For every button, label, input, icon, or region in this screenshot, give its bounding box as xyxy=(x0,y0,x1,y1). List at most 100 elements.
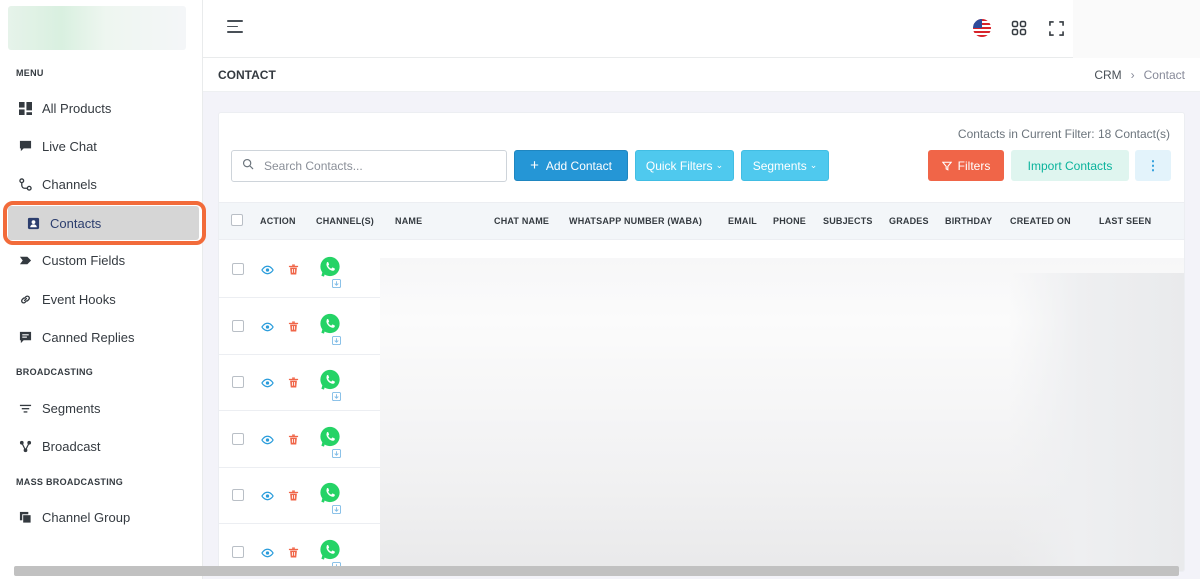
trash-icon[interactable] xyxy=(288,375,299,393)
contact-card-icon xyxy=(26,216,40,230)
breadcrumb-current: Contact xyxy=(1143,68,1185,82)
broadcasting-heading: BROADCASTING xyxy=(16,367,94,377)
import-contacts-button[interactable]: Import Contacts xyxy=(1011,150,1129,181)
trash-icon[interactable] xyxy=(288,432,299,450)
quick-filters-dropdown[interactable]: Quick Filters ⌄ xyxy=(635,150,734,181)
sidebar-item-custom-fields[interactable]: Custom Fields xyxy=(18,248,125,272)
sidebar-item-all-products[interactable]: All Products xyxy=(18,96,111,120)
column-header-action: ACTION xyxy=(260,216,296,226)
download-icon xyxy=(332,501,341,519)
table-row[interactable] xyxy=(219,411,380,468)
quick-filters-label: Quick Filters xyxy=(645,158,713,173)
eye-icon[interactable] xyxy=(261,375,274,393)
page-title: CONTACT xyxy=(218,68,276,82)
sidebar-item-label: Canned Replies xyxy=(42,329,135,345)
sidebar-item-label: Broadcast xyxy=(42,438,101,454)
column-header-last-seen[interactable]: LAST SEEN xyxy=(1099,216,1151,226)
select-all-checkbox[interactable] xyxy=(231,214,243,226)
sidebar-item-label: Event Hooks xyxy=(42,291,116,307)
copy-icon xyxy=(18,510,32,524)
chevron-down-icon: ⌄ xyxy=(715,160,724,170)
column-header-chat-name[interactable]: CHAT NAME xyxy=(494,216,549,226)
table-header: ACTION CHANNEL(S) NAME CHAT NAME WHATSAP… xyxy=(219,202,1184,240)
us-flag-icon[interactable] xyxy=(973,19,991,37)
sidebar: MENU All Products Live Chat Channels Con… xyxy=(0,0,206,579)
table-row[interactable] xyxy=(219,298,380,355)
row-checkbox[interactable] xyxy=(232,432,244,445)
sidebar-item-broadcast[interactable]: Broadcast xyxy=(18,434,101,458)
eye-icon[interactable] xyxy=(261,319,274,337)
apps-grid-icon[interactable] xyxy=(1009,18,1029,38)
sidebar-item-channels[interactable]: Channels xyxy=(18,172,97,196)
eye-icon[interactable] xyxy=(261,545,274,563)
column-header-subjects[interactable]: SUBJECTS xyxy=(823,216,873,226)
trash-icon[interactable] xyxy=(288,262,299,280)
row-checkbox[interactable] xyxy=(232,489,244,502)
row-checkbox[interactable] xyxy=(232,546,244,558)
funnel-icon xyxy=(941,161,952,171)
brand-logo[interactable] xyxy=(8,6,186,50)
column-header-whatsapp-number[interactable]: WHATSAPP NUMBER (WABA) xyxy=(569,216,702,226)
eye-icon[interactable] xyxy=(261,432,274,450)
download-icon xyxy=(332,332,341,350)
column-header-created-on[interactable]: CREATED ON xyxy=(1010,216,1071,226)
sidebar-item-canned-replies[interactable]: Canned Replies xyxy=(18,325,135,349)
sidebar-item-contacts[interactable]: Contacts xyxy=(26,211,101,235)
breadcrumb: CRM › Contact xyxy=(1094,68,1185,82)
import-contacts-label: Import Contacts xyxy=(1027,158,1113,173)
row-checkbox[interactable] xyxy=(232,263,244,275)
sidebar-item-label: Segments xyxy=(42,400,101,416)
table-row[interactable] xyxy=(219,354,380,412)
nodes-icon xyxy=(18,439,32,453)
segments-dropdown[interactable]: Segments ⌄ xyxy=(741,150,829,181)
sidebar-item-label: Channels xyxy=(42,176,97,192)
filter-count-text: Contacts in Current Filter: 18 Contact(s… xyxy=(957,127,1170,141)
page-title-bar: CONTACT CRM › Contact xyxy=(203,58,1200,92)
search-input[interactable] xyxy=(264,159,494,173)
sidebar-item-label: Contacts xyxy=(50,215,102,231)
sidebar-item-segments[interactable]: Segments xyxy=(18,396,101,420)
sidebar-item-label: Channel Group xyxy=(42,509,131,525)
eye-icon[interactable] xyxy=(261,488,274,506)
column-header-email[interactable]: EMAIL xyxy=(728,216,757,226)
column-header-grades[interactable]: GRADES xyxy=(889,216,929,226)
contacts-card: Contacts in Current Filter: 18 Contact(s… xyxy=(218,112,1185,572)
segments-label: Segments xyxy=(752,158,807,173)
fullscreen-icon[interactable] xyxy=(1046,18,1066,38)
sidebar-item-event-hooks[interactable]: Event Hooks xyxy=(18,287,116,311)
obscured-region xyxy=(1073,0,1200,58)
sidebar-item-channel-group[interactable]: Channel Group xyxy=(18,505,130,529)
column-header-phone[interactable]: PHONE xyxy=(773,216,806,226)
add-contact-button[interactable]: + Add Contact xyxy=(514,150,628,181)
column-header-name[interactable]: NAME xyxy=(395,216,422,226)
sidebar-item-label: All Products xyxy=(42,100,112,116)
trash-icon[interactable] xyxy=(288,488,299,506)
row-checkbox[interactable] xyxy=(232,376,244,389)
table-row[interactable] xyxy=(219,524,380,571)
mass-broadcasting-heading: MASS BROADCASTING xyxy=(16,477,124,487)
sidebar-item-label: Live Chat xyxy=(42,138,97,154)
sidebar-item-live-chat[interactable]: Live Chat xyxy=(18,134,97,158)
more-options-button[interactable]: ⋮ xyxy=(1135,150,1171,181)
horizontal-scrollbar[interactable] xyxy=(14,566,1179,576)
search-box[interactable] xyxy=(231,150,507,182)
filters-button[interactable]: Filters xyxy=(928,150,1004,181)
hamburger-menu-icon[interactable] xyxy=(227,20,245,36)
download-icon xyxy=(332,445,341,463)
download-icon xyxy=(332,275,341,293)
table-row[interactable] xyxy=(219,241,380,298)
download-icon xyxy=(332,388,341,406)
topbar xyxy=(203,0,1200,58)
column-header-channels: CHANNEL(S) xyxy=(316,216,374,226)
chevron-down-icon: ⌄ xyxy=(809,160,818,170)
chevron-right-icon: › xyxy=(1130,68,1135,82)
more-vertical-icon: ⋮ xyxy=(1146,157,1160,173)
trash-icon[interactable] xyxy=(288,545,299,563)
eye-icon[interactable] xyxy=(261,262,274,280)
trash-icon[interactable] xyxy=(288,319,299,337)
column-header-birthday[interactable]: BIRTHDAY xyxy=(945,216,992,226)
row-checkbox[interactable] xyxy=(232,319,244,332)
breadcrumb-crm[interactable]: CRM xyxy=(1094,68,1121,82)
message-square-icon xyxy=(18,330,32,344)
table-row[interactable] xyxy=(219,467,380,525)
